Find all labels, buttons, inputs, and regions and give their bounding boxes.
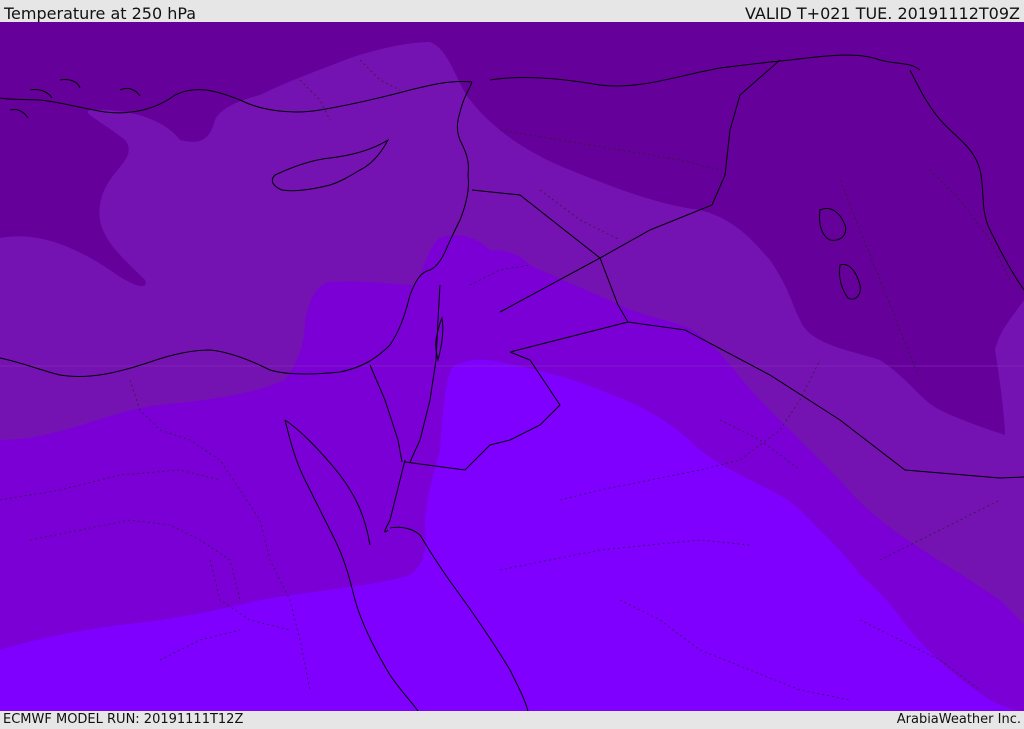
map-area[interactable] xyxy=(0,22,1024,711)
valid-time: VALID T+021 TUE. 20191112T09Z xyxy=(744,4,1020,23)
credit-label: ArabiaWeather Inc. xyxy=(896,712,1021,727)
map-title: Temperature at 250 hPa xyxy=(4,4,197,23)
header-bar: Temperature at 250 hPa VALID T+021 TUE. … xyxy=(0,0,1024,23)
temperature-map xyxy=(0,22,1024,711)
model-run-label: ECMWF MODEL RUN: 20191111T12Z xyxy=(3,712,244,727)
footer-bar: ECMWF MODEL RUN: 20191111T12Z ArabiaWeat… xyxy=(0,711,1024,729)
